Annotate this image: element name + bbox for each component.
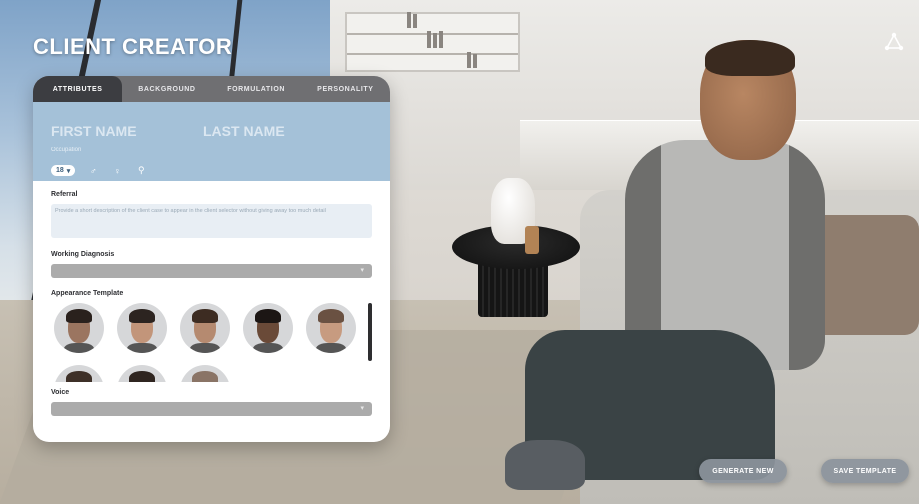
appearance-scrollbar[interactable] bbox=[368, 303, 372, 361]
referral-textarea[interactable]: Provide a short description of the clien… bbox=[51, 204, 372, 238]
occupation-input[interactable] bbox=[51, 147, 171, 153]
appearance-avatar[interactable] bbox=[54, 303, 104, 353]
avatar-hair bbox=[129, 309, 155, 323]
appearance-avatar[interactable] bbox=[306, 303, 356, 353]
avatar-shoulders bbox=[253, 343, 283, 353]
appearance-avatar[interactable] bbox=[117, 303, 167, 353]
save-template-button[interactable]: SAVE TEMPLATE bbox=[821, 459, 909, 483]
tab-bar: ATTRIBUTES BACKGROUND FORMULATION PERSON… bbox=[33, 76, 390, 102]
chevron-down-icon: ▾ bbox=[360, 267, 364, 274]
avatar-shoulders bbox=[64, 343, 94, 353]
tab-attributes[interactable]: ATTRIBUTES bbox=[33, 76, 123, 102]
first-name-input[interactable] bbox=[51, 123, 141, 139]
identity-section: 18 ▾ ♂ ♀ ⚲ bbox=[33, 102, 390, 181]
nonbinary-icon[interactable]: ⚲ bbox=[135, 165, 147, 176]
appearance-avatar[interactable] bbox=[54, 365, 104, 382]
character-shoe bbox=[505, 440, 585, 490]
avatar-hair bbox=[66, 309, 92, 323]
avatar-shoulders bbox=[127, 343, 157, 353]
appearance-avatar[interactable] bbox=[180, 365, 230, 382]
tab-background[interactable]: BACKGROUND bbox=[122, 76, 211, 102]
age-select[interactable]: 18 ▾ bbox=[51, 165, 76, 176]
appearance-template-label: Appearance Template bbox=[51, 290, 124, 297]
avatar-hair bbox=[192, 371, 218, 382]
voice-label: Voice bbox=[51, 389, 70, 396]
working-diagnosis-label: Working Diagnosis bbox=[51, 251, 115, 258]
male-icon[interactable]: ♂ bbox=[87, 166, 99, 176]
avatar-hair bbox=[255, 309, 281, 323]
appearance-avatar[interactable] bbox=[180, 303, 230, 353]
chevron-down-icon: ▾ bbox=[360, 405, 364, 412]
appearance-avatar[interactable] bbox=[243, 303, 293, 353]
client-editor-panel: ATTRIBUTES BACKGROUND FORMULATION PERSON… bbox=[33, 76, 390, 442]
referral-label: Referral bbox=[51, 191, 78, 198]
attributes-form: Referral Provide a short description of … bbox=[33, 181, 390, 416]
avatar-hair bbox=[318, 309, 344, 323]
page-title: CLIENT CREATOR bbox=[33, 34, 233, 59]
female-icon[interactable]: ♀ bbox=[111, 166, 123, 176]
appearance-avatar[interactable] bbox=[117, 365, 167, 382]
avatar-shoulders bbox=[316, 343, 346, 353]
tab-formulation[interactable]: FORMULATION bbox=[212, 76, 301, 102]
character-hair bbox=[705, 40, 795, 76]
voice-select[interactable]: ▾ bbox=[51, 402, 372, 416]
chevron-down-icon: ▾ bbox=[66, 167, 71, 175]
triangle-nodes-icon[interactable] bbox=[883, 32, 905, 52]
client-character bbox=[505, 40, 835, 504]
bookshelf bbox=[345, 12, 520, 72]
avatar-hair bbox=[66, 371, 92, 382]
last-name-input[interactable] bbox=[203, 123, 293, 139]
working-diagnosis-select[interactable]: ▾ bbox=[51, 264, 372, 278]
avatar-shoulders bbox=[190, 343, 220, 353]
appearance-template-grid bbox=[51, 303, 372, 382]
avatar-hair bbox=[129, 371, 155, 382]
avatar-hair bbox=[192, 309, 218, 323]
tab-personality[interactable]: PERSONALITY bbox=[301, 76, 390, 102]
age-value: 18 bbox=[56, 167, 64, 174]
generate-new-button[interactable]: GENERATE NEW bbox=[699, 459, 787, 483]
